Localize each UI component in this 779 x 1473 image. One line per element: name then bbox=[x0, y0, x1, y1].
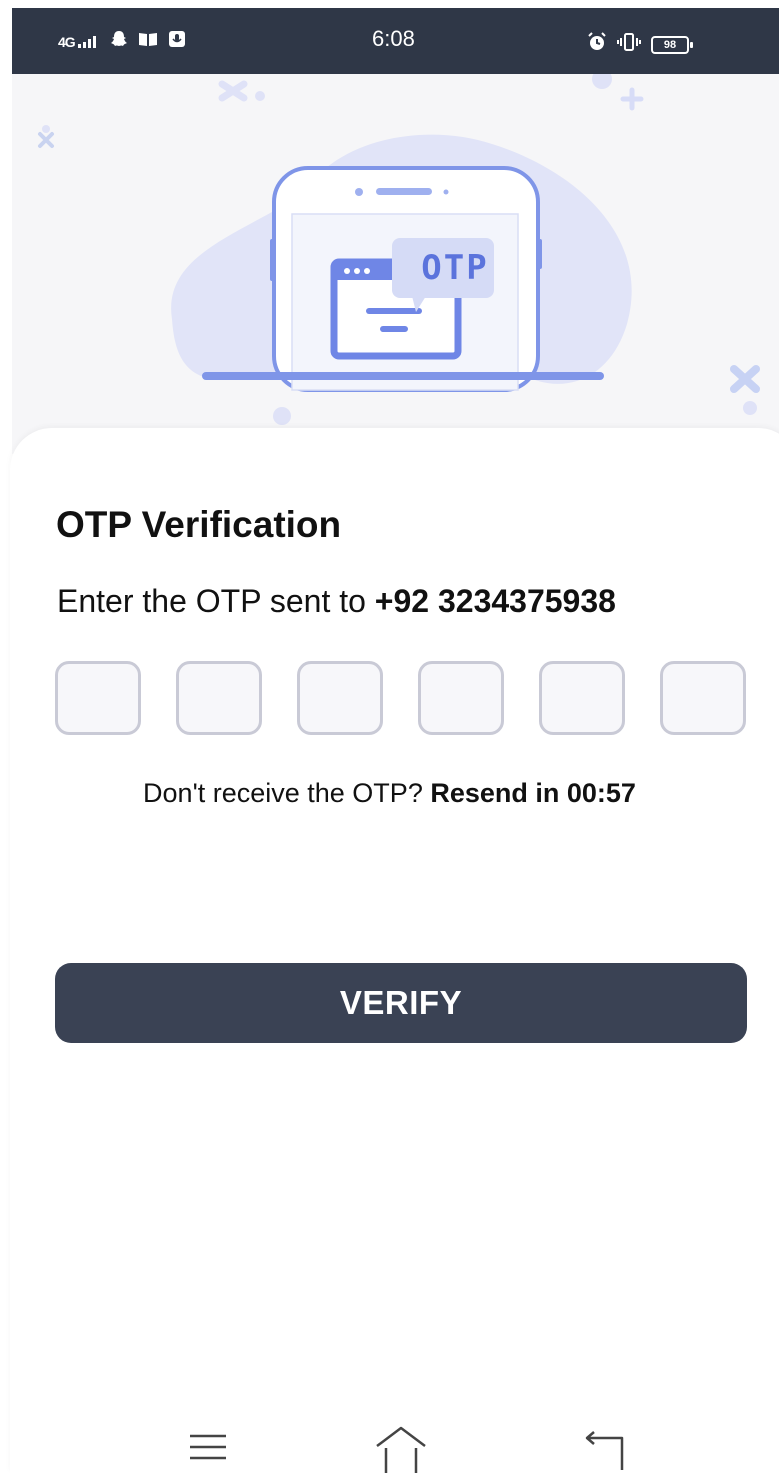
alarm-icon bbox=[587, 32, 607, 57]
resend-question: Don't receive the OTP? bbox=[143, 778, 423, 808]
mic-app-icon bbox=[168, 30, 186, 53]
verify-button[interactable]: VERIFY bbox=[55, 963, 747, 1043]
otp-badge-text: OTP bbox=[421, 248, 489, 288]
otp-digit-input-6[interactable] bbox=[660, 661, 746, 735]
battery-level: 98 bbox=[663, 38, 677, 51]
snapchat-icon bbox=[110, 30, 128, 53]
battery-icon: 98 bbox=[651, 35, 693, 54]
phone-number: +92 3234375938 bbox=[374, 583, 616, 619]
signal-icon: 4G bbox=[58, 35, 100, 49]
vibrate-icon bbox=[617, 33, 641, 56]
otp-digit-input-1[interactable] bbox=[55, 661, 141, 735]
resend-row: Don't receive the OTP? Resend in 00:57 bbox=[0, 777, 779, 809]
otp-illustration: OTP bbox=[12, 74, 779, 454]
otp-digit-input-5[interactable] bbox=[539, 661, 625, 735]
otp-prompt-text: Enter the OTP sent to bbox=[57, 583, 366, 619]
otp-prompt: Enter the OTP sent to +92 3234375938 bbox=[57, 582, 616, 620]
page-title: OTP Verification bbox=[56, 504, 342, 545]
book-icon bbox=[138, 31, 158, 52]
otp-digit-input-2[interactable] bbox=[176, 661, 262, 735]
status-right-icons: 98 bbox=[587, 32, 693, 57]
phone-otp-illustration bbox=[38, 74, 760, 425]
status-time: 6:08 bbox=[372, 26, 415, 51]
home-icon[interactable] bbox=[374, 1424, 428, 1473]
system-nav-bar bbox=[0, 1420, 779, 1473]
otp-digit-input-4[interactable] bbox=[418, 661, 504, 735]
menu-icon[interactable] bbox=[188, 1430, 228, 1465]
otp-digit-input-3[interactable] bbox=[297, 661, 383, 735]
status-bar: 4G 6:08 98 bbox=[12, 8, 779, 74]
status-left-icons: 4G bbox=[58, 30, 186, 53]
back-icon[interactable] bbox=[584, 1430, 626, 1473]
resend-timer-link[interactable]: Resend in 00:57 bbox=[430, 778, 636, 808]
network-type: 4G bbox=[58, 33, 76, 50]
